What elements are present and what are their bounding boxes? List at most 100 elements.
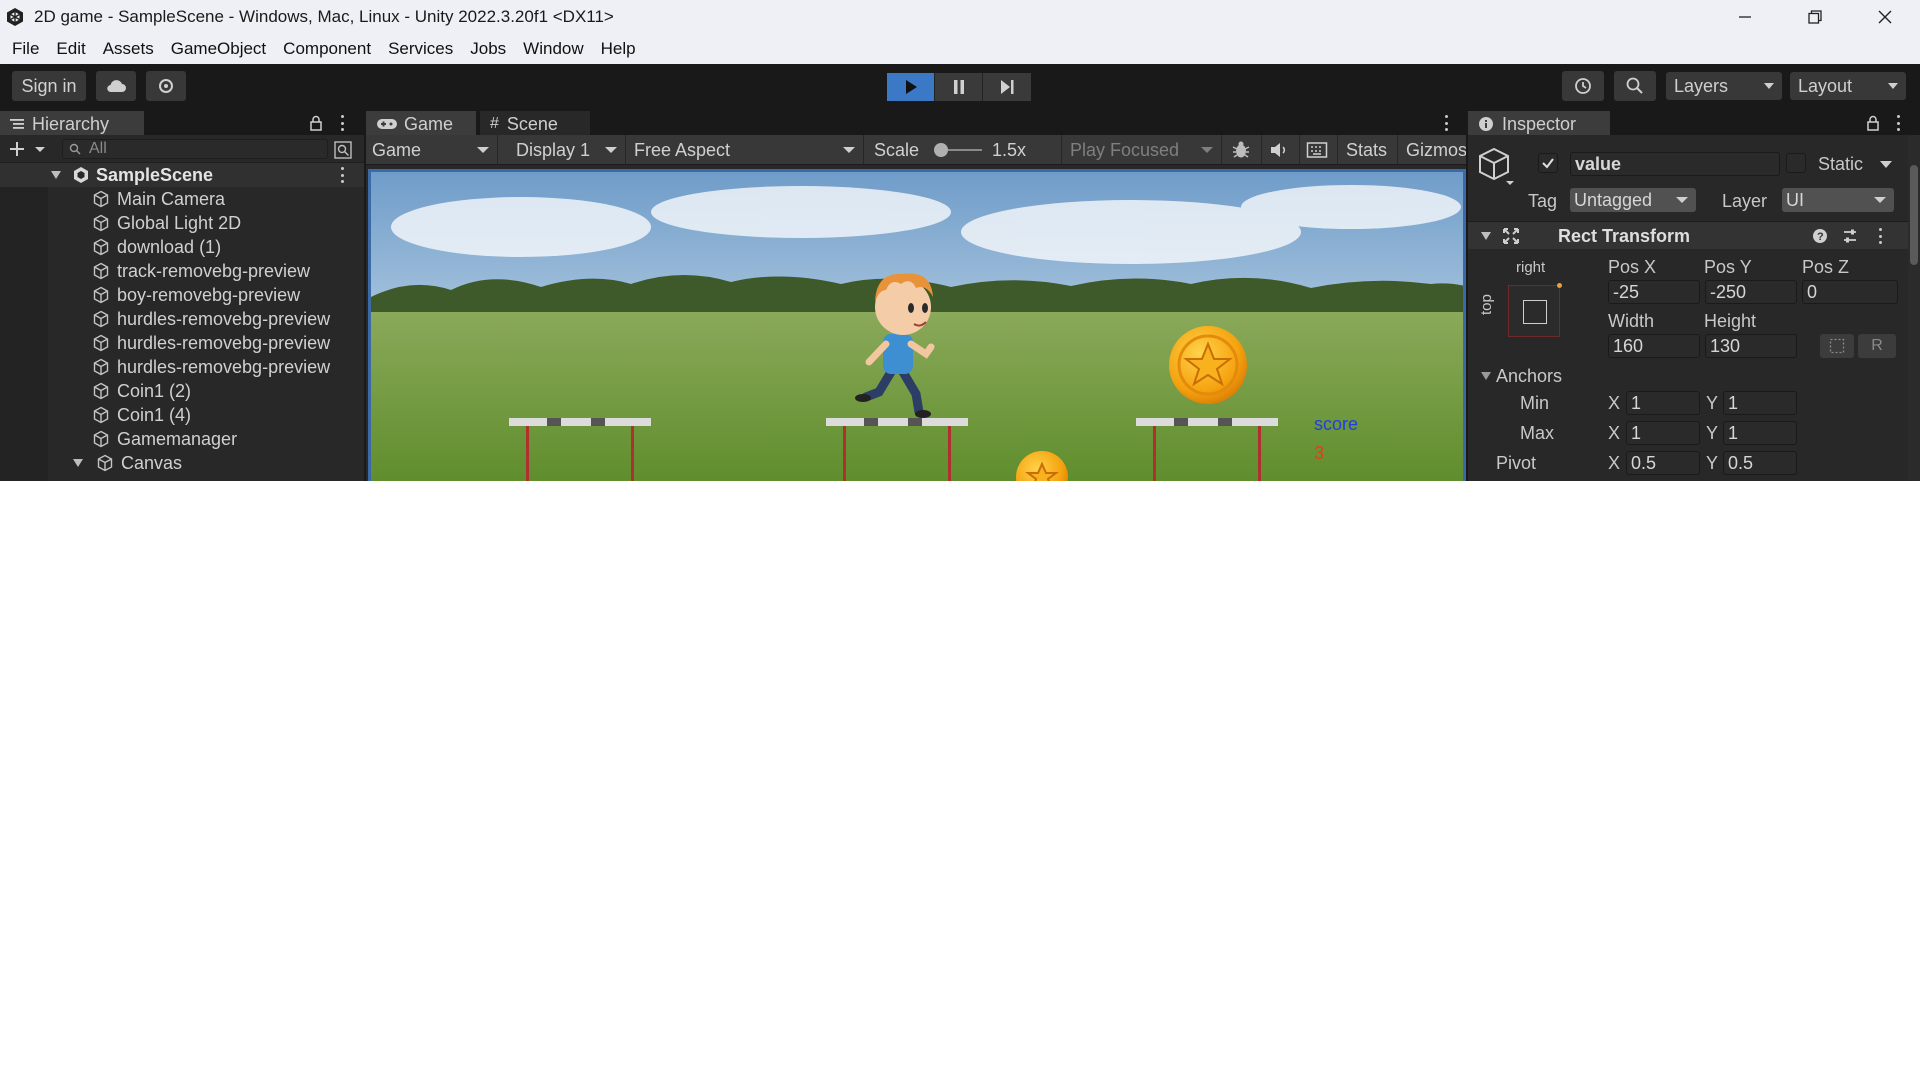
tag-dropdown[interactable]: Untagged bbox=[1570, 188, 1696, 212]
shortcuts-button[interactable] bbox=[1300, 135, 1338, 165]
anchor-min-x-field[interactable]: 1 bbox=[1626, 391, 1700, 415]
menu-component[interactable]: Component bbox=[275, 39, 380, 59]
collapse-arrow-icon[interactable] bbox=[1480, 231, 1492, 241]
anchors-collapse-arrow-icon[interactable] bbox=[1480, 371, 1492, 381]
anchor-min-y-field[interactable]: 1 bbox=[1723, 391, 1797, 415]
anchors-label: Anchors bbox=[1496, 366, 1563, 386]
hierarchy-item[interactable]: Main Camera bbox=[0, 187, 364, 211]
tab-hierarchy[interactable]: Hierarchy bbox=[0, 111, 144, 135]
search-button[interactable] bbox=[1614, 71, 1656, 101]
width-field[interactable]: 160 bbox=[1608, 334, 1700, 358]
more-options-icon[interactable] bbox=[340, 115, 344, 131]
expand-arrow-icon[interactable] bbox=[72, 458, 84, 468]
hierarchy-item[interactable]: Gamemanager bbox=[0, 427, 364, 451]
aspect-dropdown[interactable]: Free Aspect bbox=[628, 135, 864, 165]
game-more-options-icon[interactable] bbox=[1444, 115, 1448, 131]
scene-more-options-icon[interactable] bbox=[340, 167, 344, 183]
lock-icon[interactable] bbox=[1866, 115, 1880, 131]
scene-root-row[interactable]: SampleScene bbox=[0, 163, 364, 187]
raw-edit-button[interactable]: R bbox=[1858, 334, 1896, 358]
menu-gameobject[interactable]: GameObject bbox=[163, 39, 275, 59]
gizmos-toggle[interactable]: Gizmos bbox=[1400, 135, 1466, 165]
anchor-max-x-label: X bbox=[1608, 423, 1621, 443]
hierarchy-item[interactable]: Global Light 2D bbox=[0, 211, 364, 235]
active-checkbox[interactable] bbox=[1538, 153, 1558, 173]
cloud-button[interactable] bbox=[96, 71, 136, 101]
pos-y-field[interactable]: -250 bbox=[1705, 280, 1797, 304]
scrollbar-thumb[interactable] bbox=[1910, 165, 1918, 265]
anchor-presets-button[interactable] bbox=[1508, 283, 1562, 337]
layout-dropdown[interactable]: Layout bbox=[1790, 72, 1906, 100]
menu-assets[interactable]: Assets bbox=[95, 39, 163, 59]
hierarchy-item[interactable]: hurdles-removebg-preview bbox=[0, 307, 364, 331]
layer-dropdown[interactable]: UI bbox=[1782, 188, 1894, 212]
tab-inspector[interactable]: Inspector bbox=[1468, 111, 1610, 135]
hierarchy-item[interactable]: Coin1 (2) bbox=[0, 379, 364, 403]
pos-x-field[interactable]: -25 bbox=[1608, 280, 1700, 304]
hierarchy-search-input[interactable]: All bbox=[62, 139, 328, 159]
height-field[interactable]: 130 bbox=[1705, 334, 1797, 358]
anchor-max-y-field[interactable]: 1 bbox=[1723, 421, 1797, 445]
history-button[interactable] bbox=[1562, 71, 1604, 101]
gameobject-cube-icon[interactable] bbox=[1476, 145, 1516, 185]
play-icon bbox=[905, 80, 917, 94]
blueprint-mode-button[interactable] bbox=[1820, 334, 1854, 358]
restore-button[interactable] bbox=[1780, 0, 1850, 34]
pivot-y-field[interactable]: 0.5 bbox=[1723, 451, 1797, 475]
game-mode-dropdown[interactable]: Game bbox=[366, 135, 498, 165]
component-title: Rect Transform bbox=[1558, 226, 1691, 246]
pos-z-field[interactable]: 0 bbox=[1802, 280, 1898, 304]
layers-dropdown[interactable]: Layers bbox=[1666, 72, 1782, 100]
menu-services[interactable]: Services bbox=[380, 39, 462, 59]
minimize-icon bbox=[1739, 16, 1751, 18]
static-dropdown-icon[interactable] bbox=[1880, 161, 1892, 169]
scale-value: 1.5x bbox=[992, 139, 1027, 160]
anchor-min-y-label: Y bbox=[1706, 393, 1719, 413]
add-object-button[interactable] bbox=[8, 139, 48, 159]
anchor-max-x-field[interactable]: 1 bbox=[1626, 421, 1700, 445]
static-checkbox[interactable] bbox=[1786, 153, 1806, 173]
pause-button[interactable] bbox=[935, 73, 983, 101]
play-button[interactable] bbox=[887, 73, 935, 101]
presets-icon[interactable] bbox=[1842, 228, 1858, 244]
menu-edit[interactable]: Edit bbox=[48, 39, 94, 59]
hierarchy-item[interactable]: download (1) bbox=[0, 235, 364, 259]
menu-help[interactable]: Help bbox=[593, 39, 645, 59]
hierarchy-item[interactable]: boy-removebg-preview bbox=[0, 283, 364, 307]
inspector-more-options-icon[interactable] bbox=[1896, 115, 1900, 131]
collab-button[interactable] bbox=[146, 71, 186, 101]
tab-game[interactable]: Game bbox=[366, 111, 476, 135]
game-render-view[interactable]: score 3 bbox=[368, 169, 1466, 481]
play-focused-dropdown[interactable]: Play Focused bbox=[1064, 135, 1222, 165]
sign-in-button[interactable]: Sign in bbox=[12, 71, 86, 101]
hierarchy-item[interactable]: Canvas bbox=[0, 451, 364, 475]
display-dropdown[interactable]: Display 1 bbox=[510, 135, 626, 165]
mute-audio-button[interactable] bbox=[1262, 135, 1300, 165]
chevron-down-icon bbox=[605, 147, 617, 153]
hierarchy-item[interactable]: hurdles-removebg-preview bbox=[0, 331, 364, 355]
debug-bug-button[interactable] bbox=[1224, 135, 1262, 165]
minimize-button[interactable] bbox=[1710, 0, 1780, 34]
anchor-min-x-label: X bbox=[1608, 393, 1621, 413]
expand-arrow-icon[interactable] bbox=[50, 170, 62, 180]
hierarchy-item[interactable]: Coin1 (4) bbox=[0, 403, 364, 427]
inspector-scrollbar[interactable] bbox=[1908, 135, 1920, 481]
menu-file[interactable]: File bbox=[4, 39, 48, 59]
stats-toggle[interactable]: Stats bbox=[1340, 135, 1398, 165]
component-more-options-icon[interactable] bbox=[1878, 228, 1882, 244]
rect-transform-header[interactable]: Rect Transform ? bbox=[1468, 221, 1908, 249]
step-button[interactable] bbox=[983, 73, 1031, 101]
lock-icon[interactable] bbox=[309, 115, 323, 131]
menu-jobs[interactable]: Jobs bbox=[462, 39, 515, 59]
hierarchy-item[interactable]: track-removebg-preview bbox=[0, 259, 364, 283]
scale-slider-handle[interactable] bbox=[934, 143, 948, 157]
pivot-x-field[interactable]: 0.5 bbox=[1626, 451, 1700, 475]
tab-scene[interactable]: # Scene bbox=[480, 111, 590, 135]
scale-slider[interactable]: Scale 1.5x bbox=[868, 135, 1062, 165]
object-name-field[interactable]: value bbox=[1570, 152, 1780, 176]
scene-filter-icon[interactable] bbox=[334, 141, 352, 159]
help-icon[interactable]: ? bbox=[1812, 228, 1828, 244]
hierarchy-item[interactable]: hurdles-removebg-preview bbox=[0, 355, 364, 379]
close-button[interactable] bbox=[1850, 0, 1920, 34]
menu-window[interactable]: Window bbox=[515, 39, 592, 59]
